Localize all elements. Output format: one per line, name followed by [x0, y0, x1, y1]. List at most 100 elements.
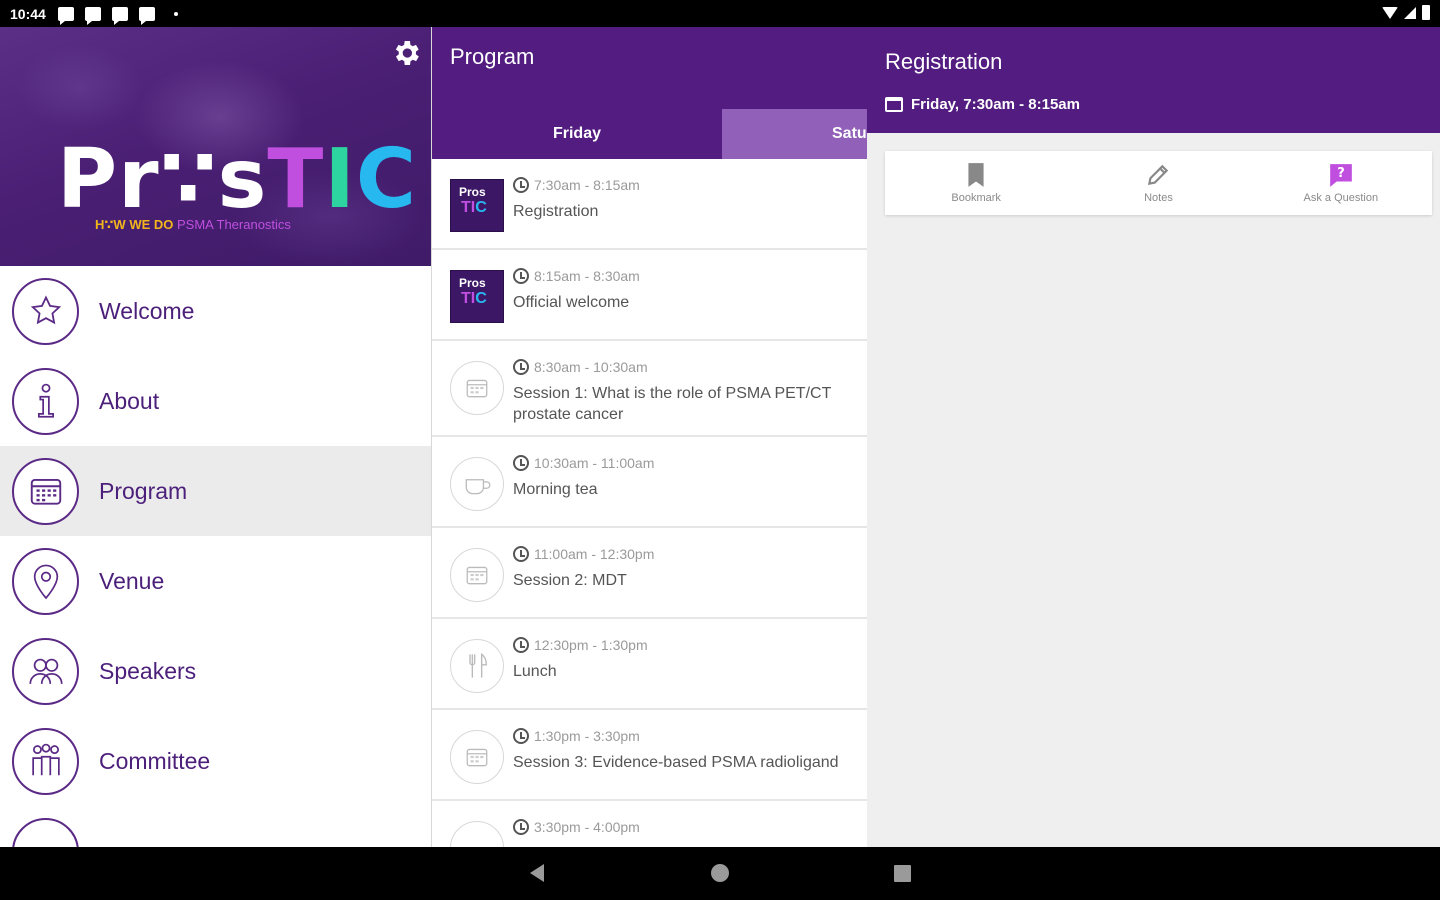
list-item[interactable]: 8:30am - 10:30am Session 1: What is the … — [432, 341, 867, 437]
list-item[interactable]: 3:30pm - 4:00pm — [432, 801, 867, 847]
event-time: 7:30am - 8:15am — [513, 177, 640, 193]
menu-item-partial[interactable] — [0, 806, 431, 847]
status-bar: 10:44 — [0, 0, 1440, 27]
calendar-icon — [450, 361, 504, 415]
event-time: 12:30pm - 1:30pm — [513, 637, 648, 653]
clock-icon — [513, 728, 529, 744]
menu-label: About — [99, 387, 160, 414]
navigation-drawer: Pr∵sTIC H∵W WE DO PSMA Theranostics Welc… — [0, 27, 432, 847]
clock-icon — [513, 546, 529, 562]
event-time: 11:00am - 12:30pm — [513, 546, 654, 562]
settings-gear-icon[interactable] — [390, 37, 422, 69]
calendar-icon — [885, 97, 903, 112]
menu-item-speakers[interactable]: Speakers — [0, 626, 431, 716]
people-icon — [12, 637, 79, 705]
event-thumbnail: Pros TIC — [450, 179, 504, 232]
star-icon — [12, 277, 79, 345]
menu-item-welcome[interactable]: Welcome — [0, 266, 431, 356]
system-navigation-bar — [0, 847, 1440, 900]
menu-label: Welcome — [99, 297, 195, 324]
event-title: Session 2: MDT — [513, 572, 627, 589]
event-title: Lunch — [513, 663, 557, 680]
tab-friday[interactable]: Friday — [432, 109, 722, 159]
app-screen: 10:44 Pr∵sTIC H∵W WE DO PSMA Theranostic… — [0, 0, 1440, 900]
detail-panel: Registration Friday, 7:30am - 8:15am Boo… — [867, 27, 1440, 847]
notes-button[interactable]: Notes — [1067, 151, 1249, 215]
battery-icon — [1422, 5, 1430, 20]
list-item[interactable]: 1:30pm - 3:30pm Session 3: Evidence-base… — [432, 710, 867, 801]
location-pin-icon — [12, 547, 79, 615]
clock-icon — [513, 268, 529, 284]
program-panel: Program Friday Satu Pros TIC 7:30am - 8:… — [432, 27, 867, 847]
ask-question-button[interactable]: ? Ask a Question — [1250, 151, 1432, 215]
clock-icon — [513, 455, 529, 471]
program-title: Program — [450, 44, 535, 69]
event-time: 10:30am - 11:00am — [513, 455, 654, 471]
bookmark-button[interactable]: Bookmark — [885, 151, 1067, 215]
list-item[interactable]: 12:30pm - 1:30pm Lunch — [432, 619, 867, 710]
day-tabs: Friday Satu — [432, 109, 867, 159]
calendar-icon — [450, 730, 504, 784]
message-notification-icon — [138, 6, 155, 25]
bookmark-icon — [968, 163, 984, 187]
menu-label: Venue — [99, 567, 165, 594]
clock-icon — [513, 359, 529, 375]
cup-icon — [450, 821, 504, 847]
clock-icon — [513, 819, 529, 835]
back-icon[interactable] — [530, 864, 544, 882]
event-time: 8:30am - 10:30am — [513, 359, 648, 375]
event-time: 3:30pm - 4:00pm — [513, 819, 640, 835]
more-notifications-dot-icon — [173, 11, 178, 16]
list-item[interactable]: Pros TIC 7:30am - 8:15am Registration — [432, 159, 867, 250]
list-item[interactable]: 11:00am - 12:30pm Session 2: MDT — [432, 528, 867, 619]
detail-header: Registration Friday, 7:30am - 8:15am — [867, 27, 1440, 133]
recent-apps-icon[interactable] — [894, 865, 911, 882]
event-time: 1:30pm - 3:30pm — [513, 728, 640, 744]
tab-saturday[interactable]: Satu — [722, 109, 867, 159]
calendar-icon — [12, 457, 79, 525]
menu-item-committee[interactable]: Committee — [0, 716, 431, 806]
event-title: Session 3: Evidence-based PSMA radioliga… — [513, 754, 839, 771]
logo-tagline: H∵W WE DO PSMA Theranostics — [95, 217, 291, 232]
program-header: Program Friday Satu — [432, 27, 867, 159]
question-icon: ? — [1329, 164, 1352, 187]
status-time: 10:44 — [10, 5, 46, 22]
action-bar: Bookmark Notes ? Ask a Question — [885, 151, 1432, 215]
info-icon — [12, 367, 79, 435]
calendar-icon — [450, 548, 504, 602]
event-title: Registration — [513, 203, 599, 220]
home-icon[interactable] — [711, 864, 729, 882]
message-notification-icon — [84, 6, 101, 25]
menu-item-venue[interactable]: Venue — [0, 536, 431, 626]
list-item[interactable]: Pros TIC 8:15am - 8:30am Official welcom… — [432, 250, 867, 341]
event-title: Session 1: What is the role of PSMA PET/… — [513, 385, 832, 423]
detail-datetime: Friday, 7:30am - 8:15am — [885, 96, 1080, 113]
event-time: 8:15am - 8:30am — [513, 268, 640, 284]
pencil-icon — [1148, 164, 1169, 186]
detail-title: Registration — [885, 49, 1003, 74]
event-list: Pros TIC 7:30am - 8:15am Registration Pr… — [432, 159, 867, 847]
message-notification-icon — [57, 6, 74, 25]
cup-icon — [450, 457, 504, 511]
event-title: Morning tea — [513, 481, 598, 498]
group-icon — [12, 727, 79, 795]
menu-item-program[interactable]: Program — [0, 446, 431, 536]
wifi-icon — [1382, 6, 1398, 19]
prostic-logo: Pr∵sTIC — [57, 132, 418, 227]
event-thumbnail: Pros TIC — [450, 270, 504, 323]
message-notification-icon — [111, 6, 128, 25]
svg-text:?: ? — [1337, 166, 1345, 181]
clock-icon — [513, 637, 529, 653]
partner-icon — [12, 817, 79, 847]
menu-label: Program — [99, 477, 188, 504]
clock-icon — [513, 177, 529, 193]
list-item[interactable]: 10:30am - 11:00am Morning tea — [432, 437, 867, 528]
status-icons — [1382, 5, 1430, 20]
menu-label: Speakers — [99, 657, 197, 684]
menu-label: Committee — [99, 747, 211, 774]
event-title: Official welcome — [513, 294, 630, 311]
signal-icon — [1404, 6, 1416, 19]
drawer-menu: Welcome About Program Venue Speakers Com… — [0, 266, 431, 847]
menu-item-about[interactable]: About — [0, 356, 431, 446]
drawer-header: Pr∵sTIC H∵W WE DO PSMA Theranostics — [0, 27, 431, 266]
